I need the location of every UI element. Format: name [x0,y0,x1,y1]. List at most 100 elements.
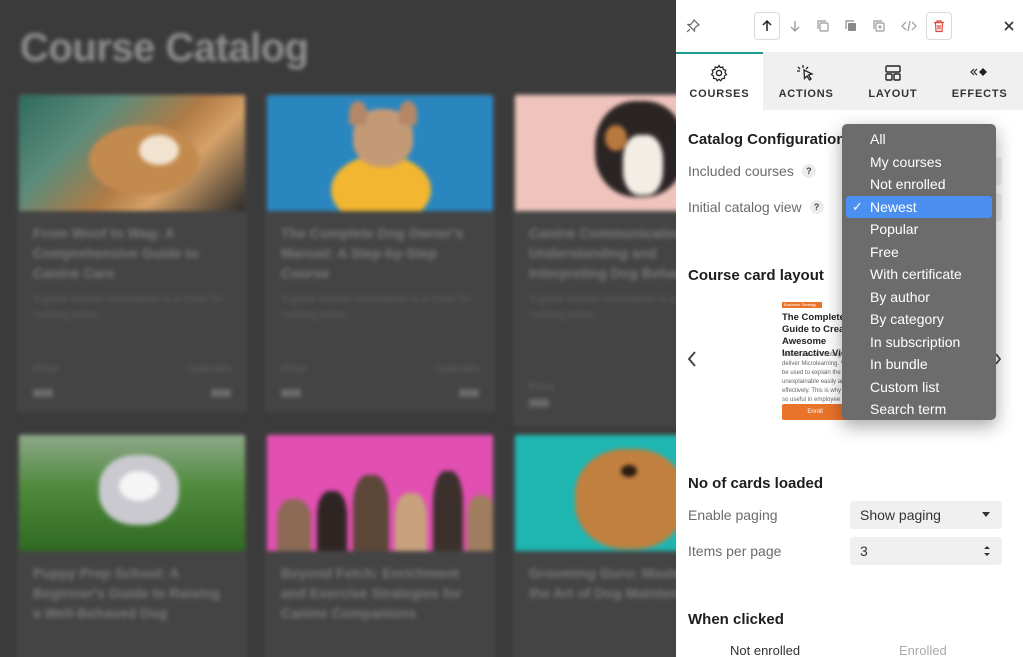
code-icon[interactable] [896,12,922,40]
tab-enrolled[interactable]: Enrolled [899,643,947,657]
learners-label: Learners [435,363,479,375]
help-icon[interactable]: ? [801,164,816,178]
course-catalog-background: Course Catalog From Woof to Wag: A Compr… [0,0,676,657]
learners-value [459,389,479,397]
dropdown-option[interactable]: Not enrolled [846,173,992,196]
option-label: In bundle [870,356,928,373]
course-card: From Woof to Wag: A Comprehensive Guide … [18,94,246,412]
course-card-desc: A great course description is a must for… [281,293,472,321]
paste-style-icon[interactable] [866,12,892,40]
course-card: Beyond Fetch: Enrichment and Exercise St… [266,434,494,657]
course-card: Puppy Prep School: A Beginner's Guide to… [18,434,246,657]
learners-label: Learners [187,363,231,375]
option-label: Newest [870,198,917,215]
course-card-title: Beyond Fetch: Enrichment and Exercise St… [281,565,462,621]
help-icon[interactable]: ? [809,200,824,214]
dropdown-option[interactable]: Custom list [846,376,992,399]
items-per-page-stepper[interactable]: 3 [850,537,1002,565]
option-label: Free [870,243,899,260]
option-label: Popular [870,221,919,238]
checkmark-icon: ✓ [852,198,863,214]
enable-paging-select[interactable]: Show paging [850,501,1002,529]
dropdown-option[interactable]: All [846,128,992,151]
price-value [281,389,301,397]
course-image-dogs [267,435,493,551]
arrow-down-icon[interactable] [782,12,808,40]
course-card: Grooming Guru: Mastering the Art of Dog … [514,434,676,657]
dropdown-option[interactable]: By category [846,308,992,331]
dropdown-option[interactable]: Search term [846,398,992,421]
tab-not-enrolled[interactable]: Not enrolled [730,643,800,657]
copy-icon[interactable] [810,12,836,40]
option-label: In subscription [870,333,961,350]
course-image-dog [19,95,245,211]
panel-tabs: COURSES ACTIONS LAYOUT EFFECTS [676,52,1023,110]
caret-down-icon [982,512,990,517]
option-label: By author [870,288,930,305]
copy-style-icon[interactable] [838,12,864,40]
chevron-left-icon[interactable] [686,350,698,373]
course-image-dog [515,435,676,551]
tab-label: LAYOUT [868,88,918,100]
catalog-title: Course Catalog [20,26,309,70]
course-card-desc: A great course description is a must for… [529,293,676,321]
preview-tag: Business Strategy [782,302,822,308]
course-image-dog [19,435,245,551]
course-card-layout-title: Course card layout [688,267,824,284]
learners-value [211,389,231,397]
course-card-preview[interactable]: Business Strategy The Complete Guide to … [780,296,850,426]
tab-label: ACTIONS [778,88,834,100]
option-label: With certificate [870,266,962,283]
included-courses-label: Included courses ? [688,163,816,179]
tab-layout[interactable]: LAYOUT [850,52,937,110]
price-label: Price [529,381,555,393]
tab-courses[interactable]: COURSES [676,52,763,110]
option-label: All [870,131,886,148]
dropdown-option[interactable]: With certificate [846,263,992,286]
gear-icon [711,64,728,82]
enable-paging-value: Show paging [860,507,941,523]
dropdown-option-selected[interactable]: ✓ Newest [846,195,992,218]
effects-icon [969,68,987,76]
arrow-up-icon[interactable] [754,12,780,40]
included-courses-text: Included courses [688,163,794,179]
dropdown-option[interactable]: Popular [846,218,992,241]
course-card: The Complete Dog Owner's Manual: A Step-… [266,94,494,412]
price-value [529,399,549,407]
element-toolbar [676,0,1023,52]
dropdown-option[interactable]: In subscription [846,331,992,354]
course-card-title: Grooming Guru: Mastering the Art of Dog … [529,565,676,601]
option-label: My courses [870,153,942,170]
items-per-page-label: Items per page [688,543,782,559]
dropdown-option[interactable]: By author [846,286,992,309]
tab-label: COURSES [689,88,750,100]
course-card-title: Puppy Prep School: A Beginner's Guide to… [33,565,220,621]
dropdown-option[interactable]: In bundle [846,353,992,376]
option-label: Not enrolled [870,176,946,193]
preview-desc: Videos are an exciting way to deliver Mi… [782,352,850,403]
tab-label: EFFECTS [951,88,1008,100]
catalog-configuration-title: Catalog Configuration [688,131,846,148]
course-card-title: The Complete Dog Owner's Manual: A Step-… [281,225,464,281]
course-image-dog [267,95,493,211]
price-label: Price [281,363,307,375]
course-card: Canine Communication 101: Understanding … [514,94,676,426]
dropdown-option[interactable]: My courses [846,151,992,174]
enable-paging-label: Enable paging [688,507,778,523]
price-label: Price [33,363,59,375]
price-value [33,389,53,397]
cards-loaded-title: No of cards loaded [688,475,824,492]
layout-icon [885,65,901,81]
trash-icon[interactable] [926,12,952,40]
close-icon[interactable] [996,12,1022,40]
dropdown-option[interactable]: Free [846,241,992,264]
option-label: Custom list [870,378,940,395]
pin-icon[interactable] [680,12,706,40]
catalog-view-dropdown: All My courses Not enrolled ✓ Newest Popu… [842,124,996,420]
tab-effects[interactable]: EFFECTS [936,52,1023,110]
option-label: Search term [870,401,947,418]
tab-actions[interactable]: ACTIONS [763,52,850,110]
items-per-page-value: 3 [860,543,868,559]
course-card-title: Canine Communication 101: Understanding … [529,225,676,281]
course-card-title: From Woof to Wag: A Comprehensive Guide … [33,225,199,281]
